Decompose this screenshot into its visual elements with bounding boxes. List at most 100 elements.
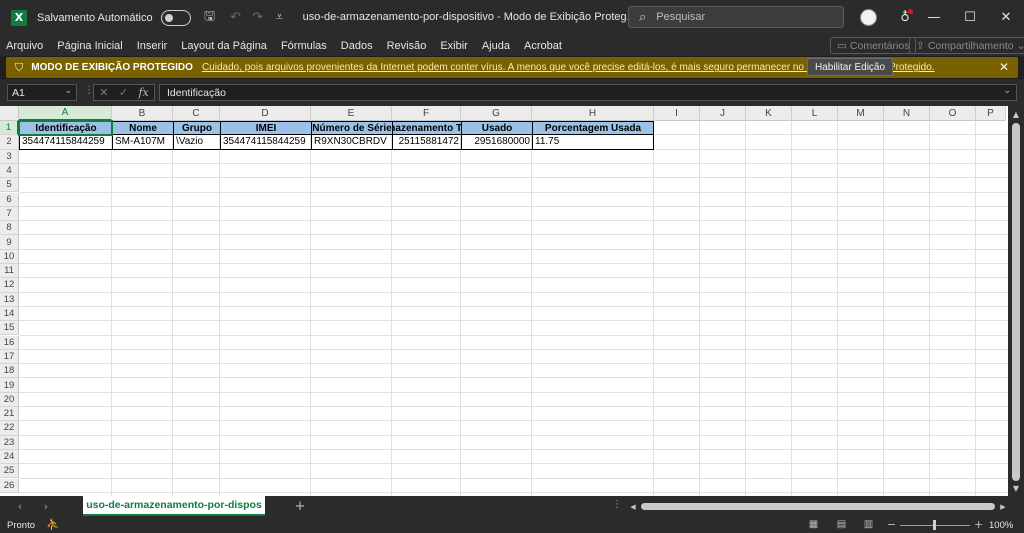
header-cell-c1[interactable]: Grupo: [173, 121, 220, 136]
page-layout-view-icon[interactable]: ▤: [835, 519, 848, 530]
vertical-scrollbar[interactable]: ▲ ▼: [1008, 106, 1024, 496]
row-header-11[interactable]: 11: [0, 264, 19, 279]
zoom-level[interactable]: 100%: [989, 520, 1013, 531]
data-cell-d2[interactable]: 354474115844259: [220, 135, 311, 150]
close-button[interactable]: ✕: [988, 0, 1024, 35]
zoom-slider-thumb[interactable]: [933, 520, 936, 530]
row-header-24[interactable]: 24: [0, 449, 19, 465]
tab-formulas[interactable]: Fórmulas: [274, 40, 334, 52]
column-header-h[interactable]: H: [532, 106, 654, 121]
zoom-in-icon[interactable]: +: [974, 518, 983, 531]
column-header-i[interactable]: I: [654, 106, 700, 121]
accessibility-icon[interactable]: ⛹: [46, 518, 60, 531]
row-header-7[interactable]: 7: [0, 206, 19, 222]
scroll-up-icon[interactable]: ▲: [1011, 109, 1021, 119]
data-cell-e2[interactable]: R9XN30CBRDV: [311, 135, 392, 150]
header-cell-h1[interactable]: Porcentagem Usada: [532, 121, 654, 136]
column-header-c[interactable]: C: [173, 106, 220, 121]
more-icon[interactable]: ⋮: [612, 499, 622, 510]
save-icon[interactable]: 🖫: [199, 7, 221, 29]
sheet-tab-active[interactable]: uso-de-armazenamento-por-dispos: [83, 496, 265, 516]
column-header-j[interactable]: J: [700, 106, 746, 121]
scroll-down-icon[interactable]: ▼: [1011, 483, 1021, 493]
row-header-10[interactable]: 10: [0, 249, 19, 264]
row-header-5[interactable]: 5: [0, 178, 19, 193]
minimize-button[interactable]: —: [916, 0, 952, 35]
row-header-6[interactable]: 6: [0, 192, 19, 207]
cancel-icon[interactable]: ✕: [99, 86, 108, 99]
row-header-23[interactable]: 23: [0, 435, 19, 450]
add-sheet-icon[interactable]: +: [293, 498, 307, 514]
tab-acrobat[interactable]: Acrobat: [517, 40, 569, 52]
row-header-9[interactable]: 9: [0, 235, 19, 250]
vertical-scroll-thumb[interactable]: [1012, 123, 1020, 481]
select-all-corner[interactable]: [0, 106, 19, 121]
row-header-25[interactable]: 25: [0, 464, 19, 479]
column-header-l[interactable]: L: [792, 106, 838, 121]
row-header-4[interactable]: 4: [0, 163, 19, 179]
row-header-13[interactable]: 13: [0, 292, 19, 307]
expand-formula-icon[interactable]: ⌄: [1003, 86, 1011, 96]
header-cell-e1[interactable]: Número de Série: [311, 121, 392, 136]
row-header-22[interactable]: 22: [0, 421, 19, 436]
row-header-18[interactable]: 18: [0, 364, 19, 379]
column-header-f[interactable]: F: [392, 106, 461, 121]
lightbulb-icon[interactable]: ♁: [895, 7, 915, 27]
chevron-right-icon[interactable]: ›: [39, 499, 53, 513]
header-cell-d1[interactable]: IMEI: [220, 121, 311, 136]
autosave-toggle[interactable]: [160, 9, 191, 26]
tab-exibir[interactable]: Exibir: [433, 40, 475, 52]
column-header-k[interactable]: K: [746, 106, 792, 121]
header-cell-g1[interactable]: Usado: [461, 121, 532, 136]
row-header-17[interactable]: 17: [0, 349, 19, 365]
column-header-d[interactable]: D: [220, 106, 311, 121]
header-cell-b1[interactable]: Nome: [112, 121, 173, 136]
row-header-12[interactable]: 12: [0, 278, 19, 293]
column-header-a[interactable]: A: [19, 106, 112, 121]
column-header-e[interactable]: E: [311, 106, 392, 121]
header-cell-f1[interactable]: mazenamento To: [392, 121, 461, 136]
maximize-button[interactable]: ☐: [952, 0, 988, 35]
data-cell-a2[interactable]: 354474115844259: [19, 135, 112, 150]
data-cell-h2[interactable]: 11.75: [532, 135, 654, 150]
row-header-20[interactable]: 20: [0, 392, 19, 407]
row-header-2[interactable]: 2: [0, 135, 19, 150]
row-header-26[interactable]: 26: [0, 478, 19, 493]
data-cell-f2[interactable]: 25115881472: [392, 135, 461, 150]
row-header-16[interactable]: 16: [0, 335, 19, 350]
comments-button[interactable]: ▭ Comentários: [830, 37, 917, 54]
chevron-left-icon[interactable]: ‹: [13, 499, 27, 513]
scroll-right-icon[interactable]: ▶: [998, 501, 1008, 512]
horizontal-scrollbar[interactable]: ◀ ▶: [628, 501, 1008, 512]
column-header-m[interactable]: M: [838, 106, 884, 121]
row-header-3[interactable]: 3: [0, 149, 19, 164]
tab-arquivo[interactable]: Arquivo: [0, 40, 50, 52]
tab-layout-pagina[interactable]: Layout da Página: [174, 40, 274, 52]
insert-function-icon[interactable]: fx: [138, 86, 148, 99]
data-cell-g2[interactable]: 2951680000: [461, 135, 532, 150]
row-header-14[interactable]: 14: [0, 306, 19, 322]
page-break-view-icon[interactable]: ▥: [862, 519, 875, 530]
name-box[interactable]: A1 ⌄: [7, 84, 77, 101]
horizontal-scroll-thumb[interactable]: [641, 503, 995, 510]
column-header-n[interactable]: N: [884, 106, 930, 121]
tab-dados[interactable]: Dados: [334, 40, 380, 52]
tab-inserir[interactable]: Inserir: [130, 40, 175, 52]
chevron-down-icon[interactable]: ⌄: [64, 86, 72, 96]
normal-view-icon[interactable]: ▦: [807, 519, 820, 530]
tab-pagina-inicial[interactable]: Página Inicial: [50, 40, 129, 52]
avatar[interactable]: [860, 9, 877, 26]
data-cell-b2[interactable]: SM-A107M: [112, 135, 173, 150]
redo-icon[interactable]: ↷: [247, 7, 269, 29]
zoom-out-icon[interactable]: −: [887, 518, 896, 531]
tab-revisao[interactable]: Revisão: [380, 40, 434, 52]
row-header-1[interactable]: 1: [0, 121, 19, 136]
header-cell-a1[interactable]: Identificação: [19, 121, 112, 136]
row-header-19[interactable]: 19: [0, 378, 19, 393]
data-cell-c2[interactable]: \Vazio: [173, 135, 220, 150]
excel-icon[interactable]: X: [11, 9, 27, 26]
close-icon[interactable]: ✕: [996, 58, 1012, 76]
undo-icon[interactable]: ↶: [225, 7, 247, 29]
column-header-b[interactable]: B: [112, 106, 173, 121]
check-icon[interactable]: ✓: [119, 86, 128, 99]
